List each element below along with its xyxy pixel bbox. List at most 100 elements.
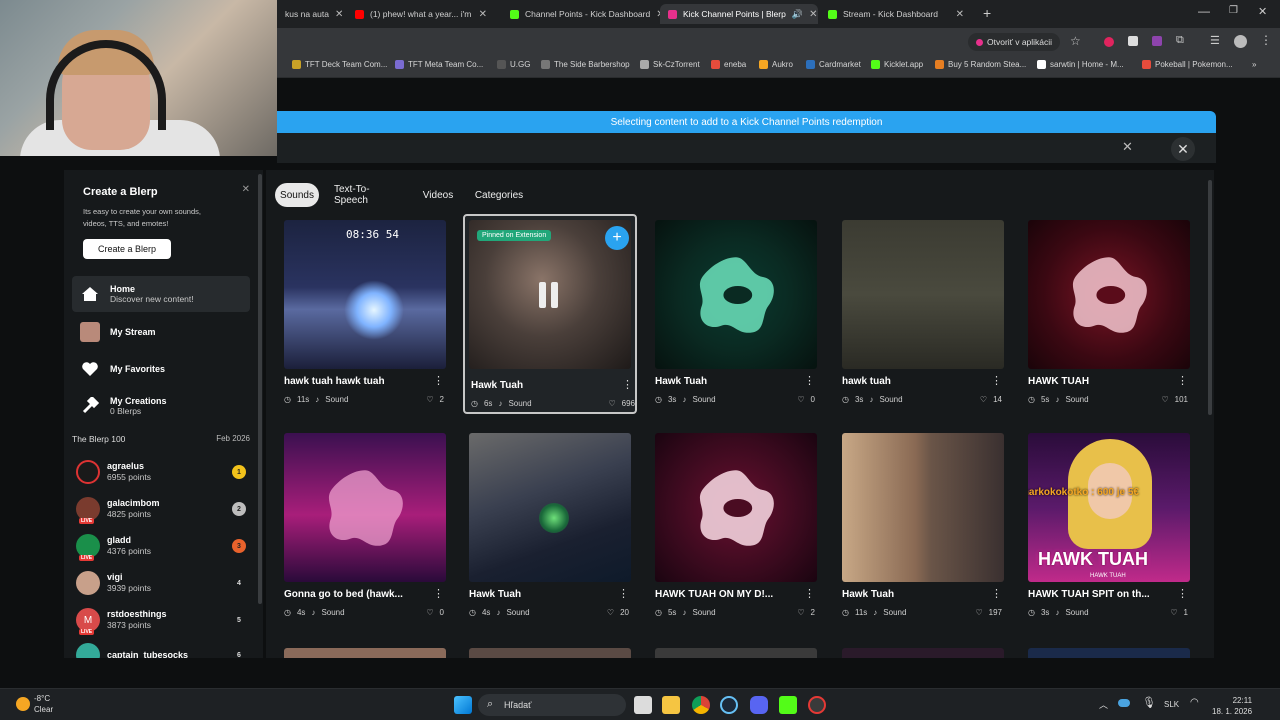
sound-tile-selected[interactable]: Pinned on Extension + Hawk Tuah ⋮ ◷ 6s ♪ S… [463, 214, 637, 414]
sidebar-item-my-creations[interactable]: My Creations 0 Blerps [72, 389, 250, 423]
sound-tile[interactable]: Hawk Tuah ⋮ ◷ 3s ♪ Sound ♡ 0 [649, 214, 819, 410]
browser-tab[interactable]: (1) phew! what a year... i'm ✕ [347, 4, 495, 24]
bookmark[interactable]: eneba [711, 60, 746, 69]
profile-avatar[interactable] [1234, 35, 1247, 48]
close-icon[interactable]: ✕ [809, 9, 817, 20]
close-window-button[interactable]: ✕ [1258, 5, 1267, 18]
heart-icon[interactable]: ♡ [1161, 395, 1168, 404]
bookmark[interactable]: The Side Barbershop [541, 60, 630, 69]
language-indicator[interactable]: SLK [1164, 700, 1179, 709]
leaderboard-row[interactable]: agraelus 6955 points 1 [76, 457, 246, 487]
bookmark[interactable]: Sk-CzTorrent [640, 60, 700, 69]
sidebar-item-my-stream[interactable]: My Stream [72, 315, 250, 349]
leaderboard-row[interactable]: M LIVE rstdoesthings 3873 points 5 [76, 605, 246, 635]
bookmark[interactable]: Kicklet.app [871, 60, 923, 69]
create-blerp-button[interactable]: Create a Blerp [83, 239, 171, 259]
kick-app-icon[interactable] [779, 696, 797, 714]
close-icon[interactable]: ✕ [335, 9, 343, 20]
chrome-icon[interactable] [692, 696, 710, 714]
sound-tile[interactable]: HAWK TUAH ON MY D!... ⋮ ◷ 5s ♪ Sound ♡ 2 [649, 427, 819, 623]
more-options-icon[interactable]: ⋮ [1177, 374, 1188, 387]
modal-close-button[interactable]: ✕ [1171, 137, 1195, 161]
extension-icon[interactable] [1152, 36, 1162, 46]
sound-tile[interactable]: 08:36 54 hawk tuah hawk tuah ⋮ ◷ 11s ♪ Sou… [278, 214, 448, 410]
browser-tab[interactable]: Stream - Kick Dashboard ✕ [820, 4, 972, 24]
more-options-icon[interactable]: ⋮ [991, 374, 1002, 387]
steam-icon[interactable] [720, 696, 738, 714]
tab-text-to-speech[interactable]: Text-To-Speech [328, 183, 408, 207]
bookmark[interactable]: Cardmarket [806, 60, 861, 69]
heart-icon[interactable]: ♡ [980, 395, 987, 404]
bookmark[interactable]: sarwtin | Home - M... [1037, 60, 1124, 69]
heart-icon[interactable]: ♡ [426, 395, 433, 404]
bookmark[interactable]: U.GG [497, 60, 530, 69]
more-options-icon[interactable]: ⋮ [991, 587, 1002, 600]
sound-tile[interactable]: HAWK TUAH ⋮ ◷ 5s ♪ Sound ♡ 101 [1022, 214, 1192, 410]
extension-icon[interactable] [1104, 37, 1114, 47]
minimize-button[interactable]: — [1198, 4, 1210, 18]
bookmark[interactable]: Aukro [759, 60, 793, 69]
microphone-icon[interactable]: 🎙 [1142, 696, 1156, 709]
more-options-icon[interactable]: ⋮ [804, 587, 815, 600]
bookmark-star-icon[interactable]: ☆ [1070, 34, 1081, 48]
more-options-icon[interactable]: ⋮ [618, 587, 629, 600]
bookmark[interactable]: Buy 5 Random Stea... [935, 60, 1026, 69]
taskbar-search[interactable]: ⌕ Hľadať [478, 694, 626, 716]
close-icon[interactable]: ✕ [1122, 139, 1133, 155]
sound-tile[interactable]: markokokotko : 600 je 5€ HAWK TUAH HAWK … [1022, 427, 1192, 623]
sidebar-item-home[interactable]: Home Discover new content! [72, 276, 250, 312]
sound-tile[interactable]: hawk tuah ⋮ ◷ 3s ♪ Sound ♡ 14 [836, 214, 1006, 410]
heart-icon[interactable]: ♡ [1170, 608, 1177, 617]
sidebar-scrollbar[interactable] [258, 174, 262, 604]
pause-icon[interactable] [539, 282, 565, 308]
heart-icon[interactable]: ♡ [426, 608, 433, 617]
leaderboard-row[interactable]: LIVE galacimbom 4825 points 2 [76, 494, 246, 524]
chevron-up-icon[interactable]: ︿ [1099, 698, 1108, 711]
task-view-icon[interactable] [634, 696, 652, 714]
sound-tile[interactable]: Gonna go to bed (hawk... ⋮ ◷ 4s ♪ Sound ♡ 0 [278, 427, 448, 623]
heart-icon[interactable]: ♡ [607, 608, 614, 617]
speaker-icon[interactable]: 🔊 [792, 9, 803, 20]
app-icon[interactable] [808, 696, 826, 714]
sound-tile[interactable]: Hawk Tuah ⋮ ◷ 4s ♪ Sound ♡ 20 [463, 427, 633, 623]
bookmark[interactable]: TFT Meta Team Co... [395, 60, 483, 69]
file-explorer-icon[interactable] [662, 696, 680, 714]
bookmark[interactable]: Pokeball | Pokemon... [1142, 60, 1233, 69]
more-options-icon[interactable]: ⋮ [622, 378, 633, 391]
reading-list-icon[interactable]: ☰ [1210, 34, 1220, 47]
tab-categories[interactable]: Categories [468, 183, 530, 207]
extension-icon[interactable] [1128, 36, 1138, 46]
sound-tile[interactable]: Hawk Tuah ⋮ ◷ 11s ♪ Sound ♡ 197 [836, 427, 1006, 623]
leaderboard-row[interactable]: captain_tubesocks 6 [76, 640, 246, 658]
weather-widget[interactable]: -8°C Clear [34, 693, 53, 715]
leaderboard-row[interactable]: vigi 3939 points 4 [76, 568, 246, 598]
content-scrollbar[interactable] [1208, 180, 1212, 415]
tab-sounds[interactable]: Sounds [275, 183, 319, 207]
more-options-icon[interactable]: ⋮ [433, 374, 444, 387]
more-options-icon[interactable]: ⋮ [433, 587, 444, 600]
more-bookmarks-icon[interactable]: » [1252, 60, 1256, 69]
heart-icon[interactable]: ♡ [797, 395, 804, 404]
add-button[interactable]: + [605, 226, 629, 250]
system-clock[interactable]: 22:11 18. 1. 2026 [1212, 695, 1252, 717]
heart-icon[interactable]: ♡ [797, 608, 804, 617]
start-windows-icon[interactable] [454, 696, 472, 714]
close-icon[interactable]: ✕ [956, 9, 964, 20]
sidebar-item-my-favorites[interactable]: My Favorites [72, 352, 250, 386]
close-icon[interactable]: ✕ [479, 9, 487, 20]
browser-tab[interactable]: Channel Points - Kick Dashboard✕ [502, 4, 660, 24]
new-tab-button[interactable]: + [983, 5, 991, 21]
bookmark[interactable]: TFT Deck Team Com... [292, 60, 387, 69]
browser-tab[interactable]: kus na auta ✕ [277, 4, 347, 24]
heart-icon[interactable]: ♡ [975, 608, 982, 617]
leaderboard-row[interactable]: LIVE gladd 4376 points 3 [76, 531, 246, 561]
heart-icon[interactable]: ♡ [608, 399, 615, 408]
open-in-app-chip[interactable]: Otvoriť v aplikácii [968, 33, 1061, 51]
restore-button[interactable]: ❐ [1229, 5, 1238, 16]
wifi-icon[interactable]: ◠ [1190, 697, 1199, 708]
onedrive-icon[interactable] [1118, 699, 1130, 707]
tab-videos[interactable]: Videos [418, 183, 458, 207]
extensions-puzzle-icon[interactable]: ⧉ [1176, 34, 1184, 47]
more-options-icon[interactable]: ⋮ [804, 374, 815, 387]
menu-icon[interactable]: ⋮ [1260, 33, 1272, 47]
